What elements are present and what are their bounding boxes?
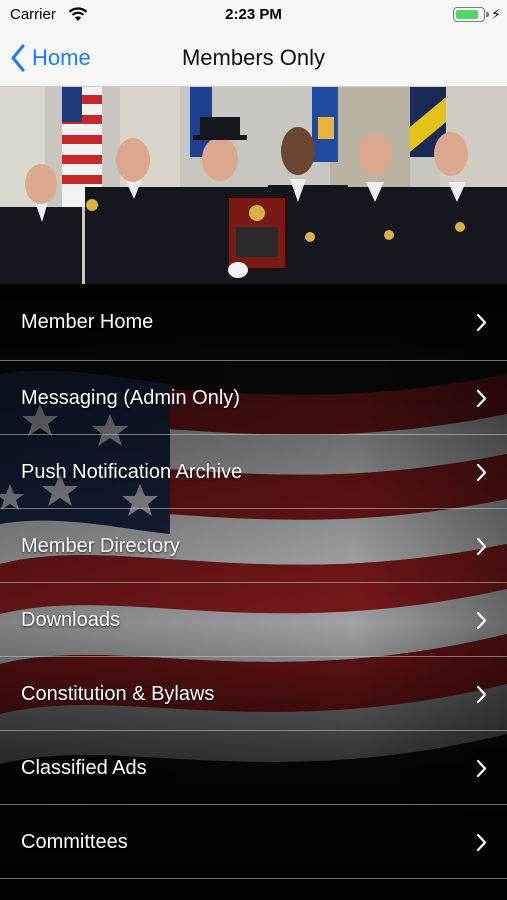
menu-item-label: Downloads: [21, 609, 120, 631]
menu-item-member-home[interactable]: Member Home: [0, 284, 507, 361]
battery-icon: [453, 7, 489, 22]
status-bar: Carrier 2:23 PM ⚡: [0, 0, 507, 30]
menu-item-push-notification-archive[interactable]: Push Notification Archive: [0, 435, 507, 509]
navigation-bar: Home Members Only: [0, 30, 507, 87]
chevron-right-icon: [476, 611, 487, 630]
menu-item-label: Member Directory: [21, 535, 180, 557]
chevron-right-icon: [476, 759, 487, 778]
chevron-right-icon: [476, 463, 487, 482]
menu-item-label: Push Notification Archive: [21, 461, 243, 483]
chevron-right-icon: [476, 389, 487, 408]
menu-item-label: Member Home: [21, 311, 154, 333]
menu-item-committees[interactable]: Committees: [0, 805, 507, 879]
menu-item-classified-ads[interactable]: Classified Ads: [0, 731, 507, 805]
menu-item-constitution-bylaws[interactable]: Constitution & Bylaws: [0, 657, 507, 731]
charging-icon: ⚡: [491, 6, 501, 22]
chevron-right-icon: [476, 833, 487, 852]
menu-item-downloads[interactable]: Downloads: [0, 583, 507, 657]
chevron-right-icon: [476, 685, 487, 704]
menu-item-label: Constitution & Bylaws: [21, 683, 215, 705]
menu-list: Member Home Messaging (Admin Only) Push …: [0, 284, 507, 900]
hero-photo: [0, 87, 507, 284]
menu-item-label: Messaging (Admin Only): [21, 387, 240, 409]
menu-rows: Member Home Messaging (Admin Only) Push …: [0, 284, 507, 879]
menu-item-label: Classified Ads: [21, 757, 147, 779]
chevron-right-icon: [476, 537, 487, 556]
group-photo-with-plaque-icon: [0, 87, 507, 284]
clock: 2:23 PM: [225, 6, 282, 23]
menu-item-label: Committees: [21, 831, 128, 853]
menu-item-member-directory[interactable]: Member Directory: [0, 509, 507, 583]
chevron-right-icon: [476, 313, 487, 332]
page-title: Members Only: [181, 45, 326, 70]
menu-item-messaging[interactable]: Messaging (Admin Only): [0, 361, 507, 435]
